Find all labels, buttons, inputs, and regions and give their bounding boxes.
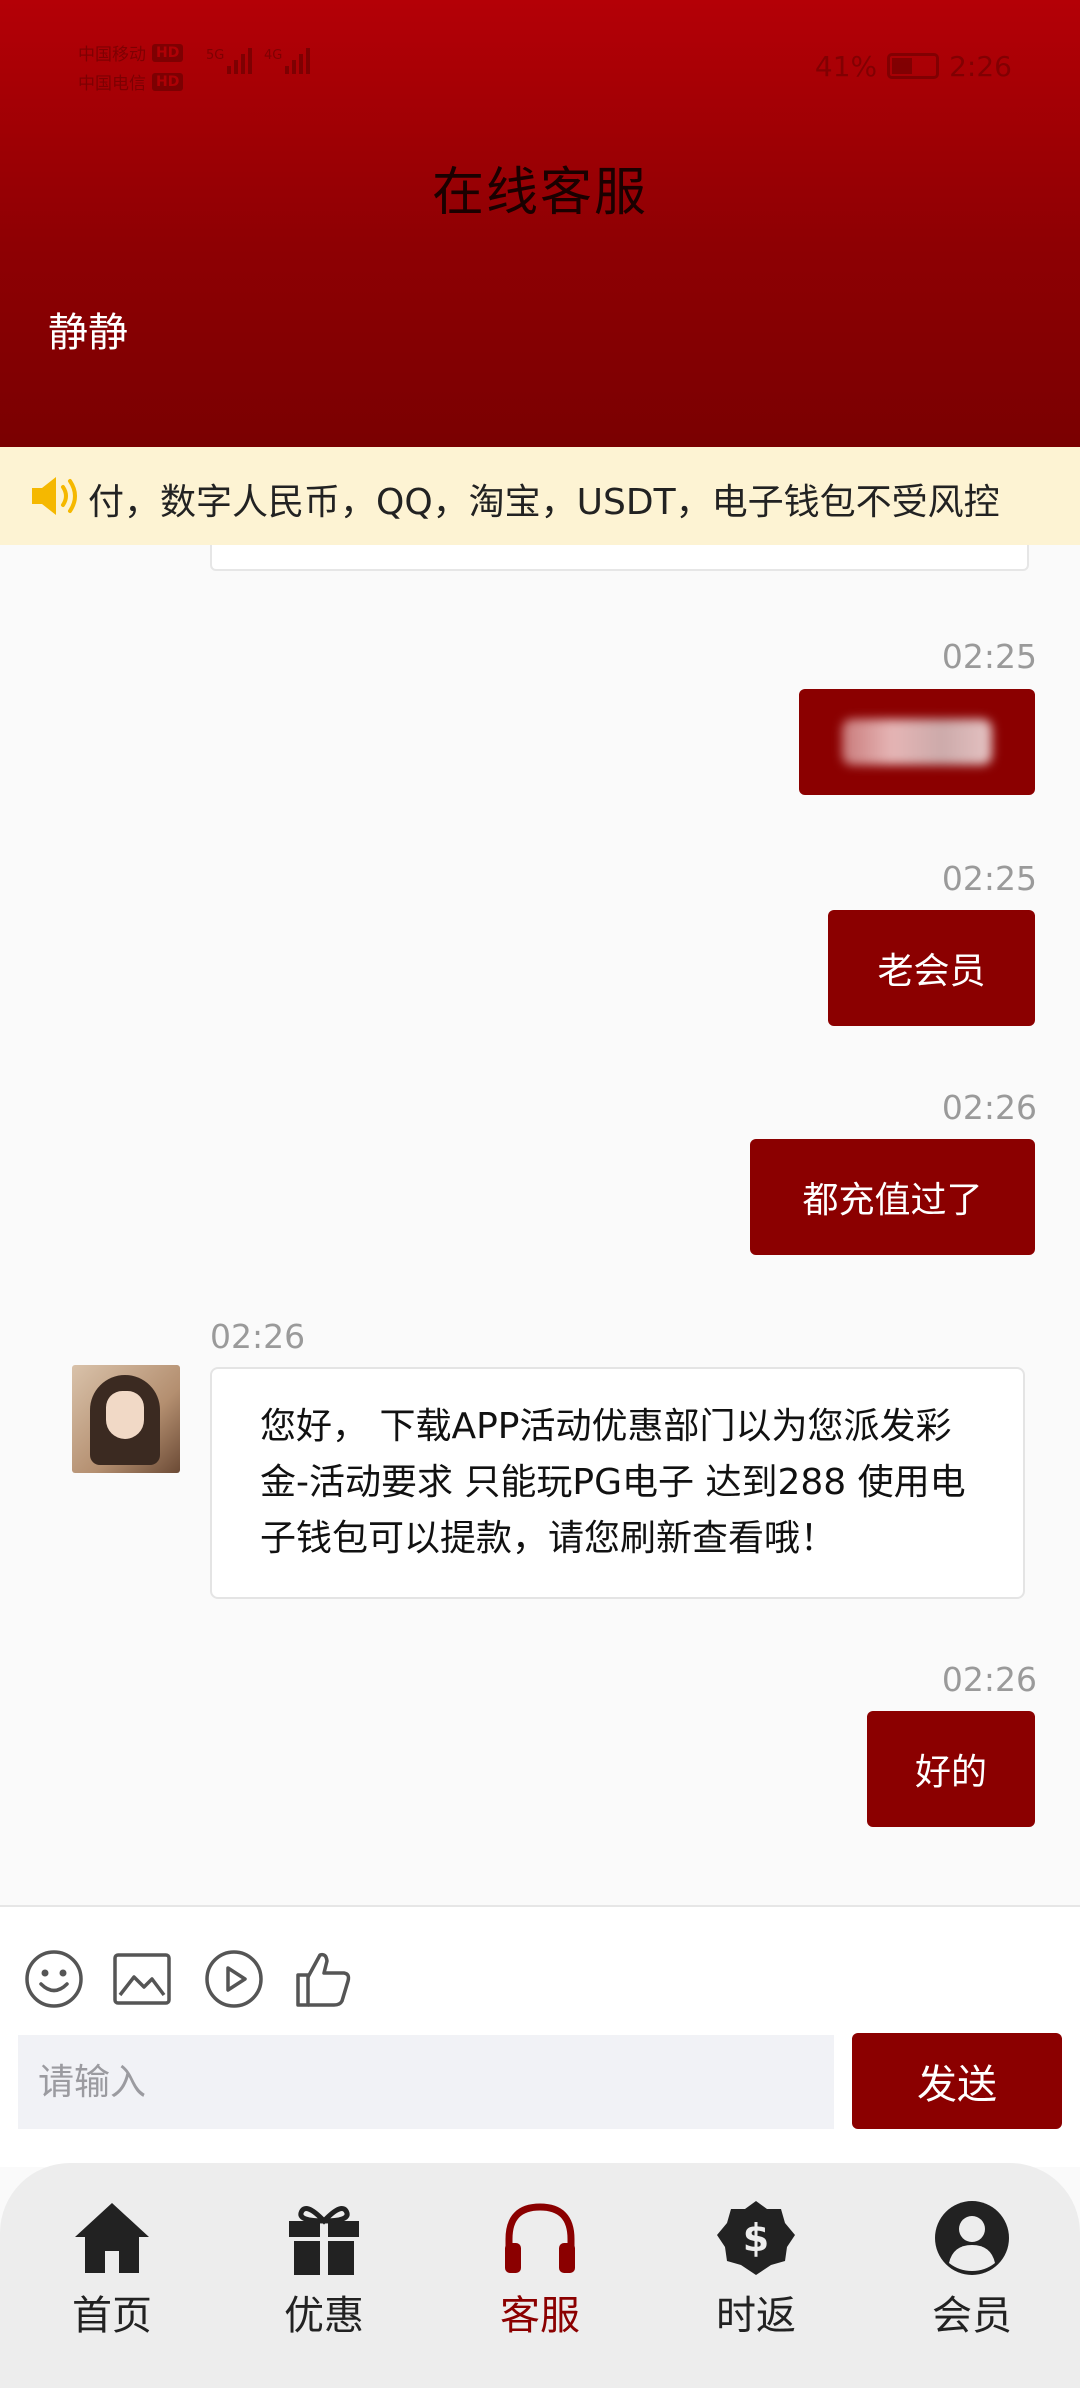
- nav-label: 时返: [716, 2293, 796, 2339]
- hd-badge: HD: [152, 43, 184, 62]
- composer: 发送: [0, 1905, 1080, 2167]
- page-title: 在线客服: [431, 163, 648, 223]
- battery-percent: 41%: [814, 49, 878, 83]
- nav-item-rebate[interactable]: $ 时返: [676, 2199, 836, 2339]
- header: 中国移动 HD 中国电信 HD 5G 4G 41% 2:26 在线客服 静静: [0, 0, 1080, 447]
- video-icon[interactable]: [204, 1949, 264, 2009]
- nav-label: 首页: [72, 2293, 152, 2339]
- svg-text:$: $: [743, 2216, 769, 2260]
- message-time: 02:26: [941, 1088, 1037, 1127]
- agent-name: 静静: [48, 310, 128, 356]
- battery-icon: [887, 53, 940, 79]
- message-time: 02:25: [941, 859, 1037, 898]
- redacted-content: [842, 719, 992, 765]
- message-bubble-partial: [210, 545, 1029, 571]
- nav-label: 客服: [500, 2293, 580, 2339]
- message-bubble-outgoing: 都充值过了: [750, 1139, 1035, 1255]
- dollar-badge-icon: $: [717, 2201, 795, 2275]
- status-bar-left: 中国移动 HD 中国电信 HD 5G 4G: [78, 38, 328, 96]
- nav-label: 优惠: [284, 2293, 364, 2339]
- signal-icon: 5G: [206, 48, 253, 74]
- notice-text: 付，数字人民币，QQ，淘宝，USDT，电子钱包不受风控: [88, 482, 1000, 523]
- nav-item-promotions[interactable]: 优惠: [244, 2199, 404, 2339]
- hd-badge: HD: [152, 72, 184, 91]
- thumbs-up-icon[interactable]: [294, 1949, 354, 2009]
- emoji-icon[interactable]: [24, 1949, 84, 2009]
- agent-avatar[interactable]: [72, 1365, 180, 1473]
- clock: 2:26: [949, 49, 1012, 83]
- message-bubble-outgoing: [799, 689, 1035, 795]
- message-bubble-incoming: 您好， 下载APP活动优惠部门以为您派发彩金-活动要求 只能玩PG电子 达到28…: [210, 1367, 1025, 1599]
- nav-item-customer-service[interactable]: 客服: [460, 2199, 620, 2339]
- headset-icon: [505, 2203, 575, 2273]
- signal-icon: 4G: [264, 48, 311, 74]
- user-icon: [935, 2201, 1009, 2275]
- chat-area[interactable]: 02:25 02:25 老会员 02:26 都充值过了 02:26 您好， 下载…: [0, 545, 1080, 1905]
- carrier-2: 中国电信: [78, 74, 146, 94]
- speaker-icon: [32, 477, 77, 515]
- home-icon: [75, 2203, 149, 2273]
- notice-marquee[interactable]: 付，数字人民币，QQ，淘宝，USDT，电子钱包不受风控: [0, 447, 1080, 545]
- message-bubble-outgoing: 好的: [867, 1711, 1035, 1827]
- send-button[interactable]: 发送: [852, 2033, 1062, 2129]
- carrier-1: 中国移动: [78, 45, 146, 65]
- gift-icon: [289, 2206, 359, 2275]
- message-input[interactable]: [18, 2035, 834, 2129]
- nav-item-home[interactable]: 首页: [32, 2199, 192, 2339]
- nav-item-member[interactable]: 会员: [892, 2199, 1052, 2339]
- message-time: 02:26: [210, 1317, 306, 1356]
- nav-label: 会员: [932, 2293, 1012, 2339]
- message-bubble-outgoing: 老会员: [828, 910, 1035, 1026]
- image-icon[interactable]: [112, 1949, 172, 2009]
- message-time: 02:25: [941, 637, 1037, 676]
- status-bar-right: 41% 2:26: [815, 48, 1012, 84]
- message-time: 02:26: [941, 1660, 1037, 1699]
- bottom-nav: 首页 优惠 客服 $ 时返 会员: [0, 2163, 1080, 2388]
